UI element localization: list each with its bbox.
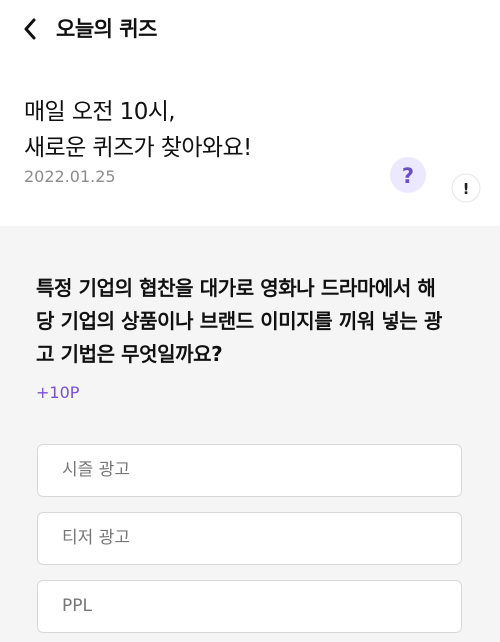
quiz-question: 특정 기업의 협찬을 대가로 영화나 드라마에서 해 당 기업의 상품이나 브랜… [36,272,476,371]
quiz-question-line: 고 기법은 무엇일까요? [36,342,223,366]
app-header: 오늘의 퀴즈 [0,0,500,56]
quiz-question-line: 특정 기업의 협찬을 대가로 영화나 드라마에서 해 [36,276,436,300]
question-mark-glyph: ? [402,164,414,188]
quiz-section: 특정 기업의 협찬을 대가로 영화나 드라마에서 해 당 기업의 상품이나 브랜… [0,226,500,642]
page-title: 오늘의 퀴즈 [56,17,157,41]
answer-option-label: 티저 광고 [62,528,130,548]
answer-option-ppl[interactable]: PPL [37,580,462,633]
answer-option-label: PPL [62,596,92,616]
hero-headline: 매일 오전 10시, 새로운 퀴즈가 찾아와요! [24,94,252,166]
answer-option-label: 시즐 광고 [62,460,130,480]
reward-points: +10P [36,383,80,402]
exclamation-mark-glyph: ! [463,180,470,198]
quiz-hero-banner: 매일 오전 10시, 새로운 퀴즈가 찾아와요! 2022.01.25 ? ! [0,56,500,282]
answer-option-sizzle-ad[interactable]: 시즐 광고 [37,444,462,497]
quiz-date: 2022.01.25 [24,167,116,186]
chevron-left-icon [24,18,36,40]
quiz-question-line: 당 기업의 상품이나 브랜드 이미지를 끼워 넣는 광 [36,309,442,333]
back-button[interactable] [14,14,46,44]
answer-option-teaser-ad[interactable]: 티저 광고 [37,512,462,565]
hero-headline-line: 매일 오전 10시, [24,99,176,125]
hero-headline-line: 새로운 퀴즈가 찾아와요! [24,135,252,161]
